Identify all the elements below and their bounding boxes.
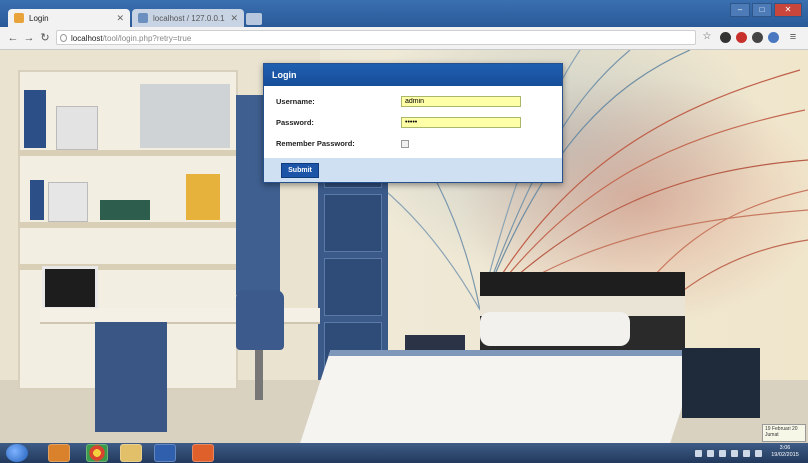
remember-row: Remember Password:: [276, 137, 546, 151]
desk-drawer: [95, 322, 167, 432]
page-favicon-icon: [14, 13, 24, 23]
clock[interactable]: 3:06 19/02/2015: [766, 445, 804, 461]
password-label: Password:: [276, 118, 314, 127]
xampp-icon[interactable]: [192, 444, 214, 462]
book: [30, 180, 44, 220]
toy-car: [100, 200, 150, 220]
page-info-icon[interactable]: [60, 34, 67, 42]
tooltip-line: Jumat: [765, 432, 779, 438]
chrome-icon[interactable]: [86, 444, 108, 462]
pillow: [480, 312, 630, 346]
book: [24, 90, 46, 148]
extension-icon[interactable]: [752, 32, 763, 43]
submit-button[interactable]: Submit: [281, 163, 319, 178]
taskbar: 3:06 19/02/2015: [0, 443, 808, 463]
url-host: localhost: [71, 34, 103, 43]
bed: [296, 350, 701, 443]
tab-localhost[interactable]: localhost / 127.0.0.1 ✕: [132, 9, 244, 27]
reload-icon[interactable]: ↻: [38, 31, 52, 45]
start-icon[interactable]: [6, 444, 28, 462]
menu-icon[interactable]: ≡: [786, 30, 800, 44]
box: [48, 182, 88, 222]
tab-label: Login: [29, 13, 49, 23]
login-footer: Submit: [264, 158, 562, 182]
tab-login[interactable]: Login ✕: [8, 9, 130, 27]
maximize-button[interactable]: □: [752, 3, 772, 17]
tab-label: localhost / 127.0.0.1: [153, 13, 225, 23]
shelf: [18, 150, 238, 156]
word-icon[interactable]: [154, 444, 176, 462]
tray-icon[interactable]: [695, 449, 702, 457]
minimize-button[interactable]: –: [730, 3, 750, 17]
close-tab-icon[interactable]: ✕: [116, 13, 124, 24]
username-label: Username:: [276, 97, 315, 106]
tray-icon[interactable]: [731, 449, 738, 457]
window-controls: – □ ✕: [730, 3, 802, 17]
username-input[interactable]: [401, 96, 521, 107]
extension-icon[interactable]: [720, 32, 731, 43]
login-dialog: Login Username: Password: Remember Passw…: [263, 63, 563, 183]
address-bar[interactable]: localhost/tool/login.php?retry=true: [56, 30, 696, 45]
computer-monitor: [42, 266, 98, 310]
cabinet-door: [140, 84, 230, 148]
login-title: Login: [264, 64, 562, 86]
nightstand: [682, 348, 760, 418]
clock-date: 19/02/2015: [771, 452, 799, 458]
volume-icon[interactable]: [755, 449, 762, 457]
close-window-button[interactable]: ✕: [774, 3, 802, 17]
browser-toolbar: ← → ↻ localhost/tool/login.php?retry=tru…: [0, 27, 808, 50]
system-tray: [695, 443, 762, 463]
phpmyadmin-favicon-icon: [138, 13, 148, 23]
remember-label: Remember Password:: [276, 139, 355, 148]
new-tab-button[interactable]: [246, 13, 262, 25]
wardrobe-panel: [324, 258, 382, 316]
tray-icon[interactable]: [719, 449, 726, 457]
browser-tab-bar: Login ✕ localhost / 127.0.0.1 ✕ – □ ✕: [0, 0, 808, 27]
media-player-icon[interactable]: [48, 444, 70, 462]
back-icon[interactable]: ←: [6, 31, 20, 45]
adblock-icon[interactable]: [736, 32, 747, 43]
password-input[interactable]: [401, 117, 521, 128]
url-path: /tool/login.php?retry=true: [102, 34, 192, 43]
chair-base: [255, 350, 263, 400]
username-row: Username:: [276, 95, 546, 109]
box: [56, 106, 98, 150]
chair: [236, 290, 284, 350]
clock-time: 3:06: [779, 445, 791, 451]
tray-icon[interactable]: [707, 449, 714, 457]
forward-icon[interactable]: →: [22, 31, 36, 45]
star-icon[interactable]: ☆: [700, 30, 714, 44]
login-form: Username: Password: Remember Password:: [264, 86, 562, 158]
password-row: Password:: [276, 116, 546, 130]
explorer-icon[interactable]: [120, 444, 142, 462]
shelf: [18, 222, 238, 228]
extension-icon[interactable]: [768, 32, 779, 43]
close-tab-icon[interactable]: ✕: [230, 13, 238, 24]
remember-checkbox[interactable]: [401, 140, 409, 148]
tray-icon[interactable]: [743, 449, 750, 457]
date-tooltip: 19 Februari 20 Jumat: [762, 424, 806, 442]
wardrobe-panel: [324, 194, 382, 252]
folders: [186, 174, 220, 220]
